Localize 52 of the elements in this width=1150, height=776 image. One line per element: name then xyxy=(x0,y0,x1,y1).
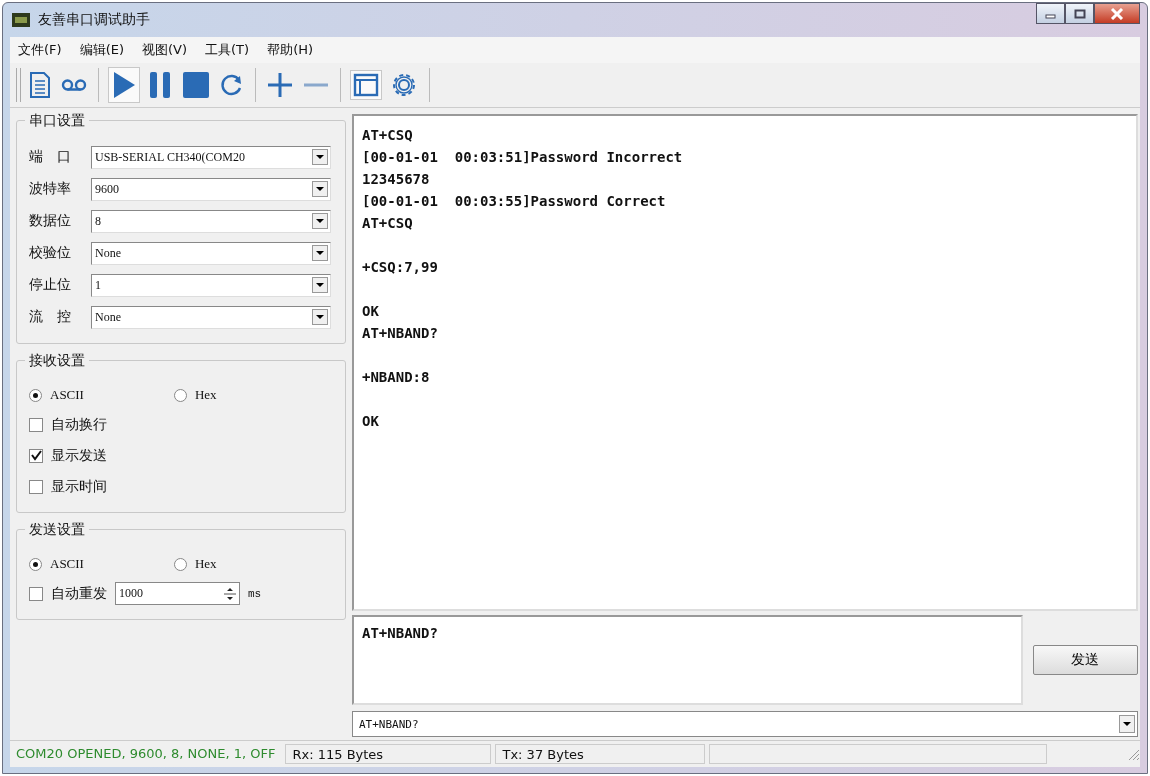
send-button[interactable]: 发送 xyxy=(1032,645,1138,675)
window-title: 友善串口调试助手 xyxy=(38,11,150,29)
checkmark-icon xyxy=(30,450,42,461)
app-icon xyxy=(12,13,30,27)
field-label: 波特率 xyxy=(29,180,72,198)
group-title: 发送设置 xyxy=(25,521,89,539)
send-text-area[interactable]: AT+NBAND? xyxy=(352,615,1023,705)
menu-item[interactable]: 帮助(H) xyxy=(267,41,314,59)
play-icon[interactable] xyxy=(108,67,140,103)
stop-icon[interactable] xyxy=(180,69,212,101)
status-text: COM20 OPENED, 9600, 8, NONE, 1, OFF xyxy=(15,745,277,763)
voicemail-icon[interactable] xyxy=(59,76,89,94)
history-dropdown[interactable]: AT+NBAND? xyxy=(352,711,1138,737)
checkbox-option[interactable]: 显示发送 xyxy=(29,440,331,471)
group-title: 串口设置 xyxy=(25,112,89,130)
field-label: 停止位 xyxy=(29,276,72,294)
radio-option[interactable]: ASCII xyxy=(29,387,84,403)
maximize-icon xyxy=(1073,8,1086,19)
menu-item[interactable]: 编辑(E) xyxy=(79,41,124,59)
unit-label: ms xyxy=(248,587,262,600)
dropdown[interactable]: USB-SERIAL CH340(COM20 xyxy=(91,145,331,169)
radio-option[interactable]: Hex xyxy=(173,556,217,572)
dropdown[interactable]: None xyxy=(91,241,331,265)
dropdown[interactable]: 1 xyxy=(91,273,331,297)
field-label: 数据位 xyxy=(29,212,72,230)
close-icon xyxy=(1110,7,1124,20)
dropdown[interactable]: 8 xyxy=(91,209,331,233)
window-icon[interactable] xyxy=(350,70,382,100)
checkbox-option[interactable]: 自动换行 xyxy=(29,409,331,440)
interval-spinbox[interactable]: 1000 xyxy=(115,582,240,605)
dropdown[interactable]: None xyxy=(91,305,331,329)
menu-item[interactable]: 文件(F) xyxy=(18,41,62,59)
radio-option[interactable]: ASCII xyxy=(29,556,84,572)
field-label: 端 口 xyxy=(29,148,72,166)
close-button[interactable] xyxy=(1094,3,1140,24)
document-icon[interactable] xyxy=(27,69,53,101)
radio-option[interactable]: Hex xyxy=(173,387,217,403)
dropdown[interactable]: 9600 xyxy=(91,177,331,201)
status-text: Rx: 115 Bytes xyxy=(285,744,492,764)
field-label: 校验位 xyxy=(29,244,72,262)
resize-grip-icon[interactable] xyxy=(1126,747,1140,761)
group-title: 接收设置 xyxy=(25,352,89,370)
menu-item[interactable]: 工具(T) xyxy=(205,41,250,59)
minimize-button[interactable] xyxy=(1036,3,1065,24)
field-label: 流 控 xyxy=(29,308,72,326)
checkbox-option[interactable]: 显示时间 xyxy=(29,471,331,502)
maximize-button[interactable] xyxy=(1065,3,1094,24)
plus-icon[interactable] xyxy=(265,70,295,100)
status-text: Tx: 37 Bytes xyxy=(495,744,706,764)
menu-item[interactable]: 视图(V) xyxy=(142,41,188,59)
checkbox-option[interactable]: 自动重发 xyxy=(29,578,107,609)
receive-text-area[interactable]: AT+CSQ [00-01-01 00:03:51]Password Incorrect 12345678 [00-01-01 00:03:55]Password Correct AT+CSQ +CSQ:7,99 OK AT+NBAND? +NBAND:8 OK xyxy=(352,114,1138,611)
